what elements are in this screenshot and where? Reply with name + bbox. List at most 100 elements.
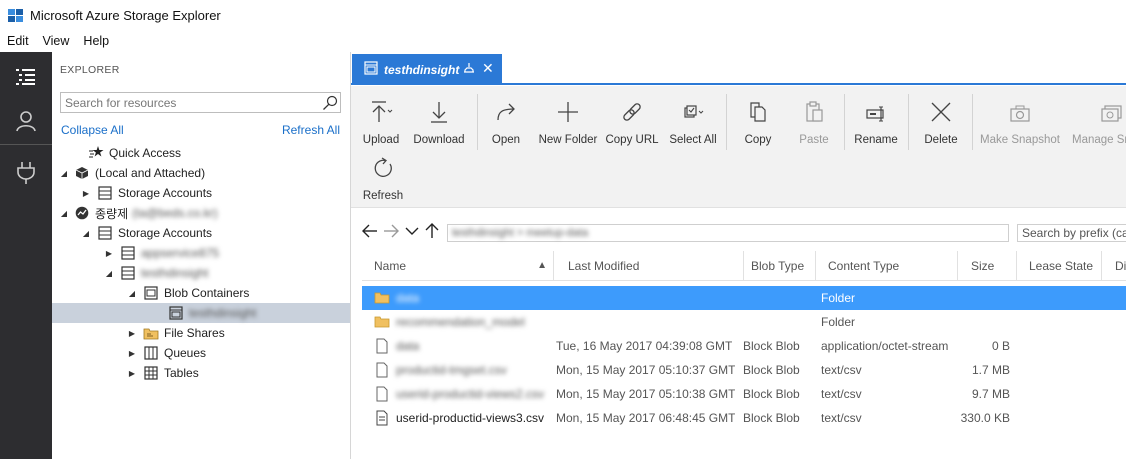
column-header-blob-type[interactable]: Blob Type	[744, 251, 816, 281]
menu-help[interactable]: Help	[76, 31, 116, 52]
path-bar: testhdinsight > meetup-data Search by pr…	[351, 208, 1126, 250]
rename-button[interactable]: Rename	[854, 94, 898, 150]
tree-item-storage-accounts[interactable]: ◢ Storage Accounts	[52, 223, 350, 243]
collapsed-chevron-icon[interactable]: ▶	[103, 243, 115, 263]
title-bar: Microsoft Azure Storage Explorer	[0, 0, 1126, 31]
new-folder-icon	[556, 94, 580, 124]
storage-account-icon	[120, 245, 136, 261]
copy-url-icon	[620, 94, 644, 124]
tree-item-label: Storage Accounts	[118, 226, 213, 240]
collapse-all-link[interactable]: Collapse All	[61, 123, 124, 137]
tree-item-storage-account[interactable]: ▶ appservice875	[52, 243, 350, 263]
open-button[interactable]: Open	[490, 94, 522, 150]
tree-item-label: 종량제	[95, 206, 129, 221]
refresh-icon	[371, 150, 395, 180]
up-arrow-icon[interactable]	[423, 222, 441, 240]
manage-snapshots-button[interactable]: Manage Snapshots	[1072, 94, 1126, 150]
refresh-all-link[interactable]: Refresh All	[282, 123, 340, 137]
resource-search-input[interactable]	[61, 93, 320, 112]
tree-item-label: appservice875	[141, 246, 220, 260]
table-row[interactable]: data Folder	[362, 286, 1126, 310]
blob-grid-header: Name ▲ Last Modified Blob Type Content T…	[362, 251, 1126, 281]
table-row[interactable]: productid-tmgset.csv Mon, 15 May 2017 05…	[362, 358, 1126, 382]
tree-item-subscription[interactable]: ◢ 종량제 (ta@beds.co.kr)	[52, 203, 350, 223]
upload-button[interactable]: Upload	[363, 94, 399, 150]
expanded-chevron-icon[interactable]: ◢	[80, 223, 92, 243]
expanded-chevron-icon[interactable]: ◢	[58, 163, 70, 183]
tree-item-label: File Shares	[164, 326, 225, 340]
tree-item-label: Quick Access	[109, 146, 182, 160]
column-header-last-modified[interactable]: Last Modified	[554, 251, 744, 281]
new-folder-button[interactable]: New Folder	[539, 94, 597, 150]
expanded-chevron-icon[interactable]: ◢	[103, 263, 115, 283]
search-icon[interactable]	[320, 93, 340, 112]
collapsed-chevron-icon[interactable]: ▶	[80, 183, 92, 203]
chevron-down-icon[interactable]	[403, 222, 421, 240]
rename-icon	[864, 94, 888, 124]
pin-icon[interactable]	[462, 62, 476, 79]
column-header-name[interactable]: Name ▲	[362, 251, 554, 281]
download-button[interactable]: Download	[413, 94, 465, 150]
collapsed-chevron-icon[interactable]: ▶	[126, 363, 138, 383]
blob-container-icon	[168, 305, 184, 321]
column-header-size[interactable]: Size	[958, 251, 1017, 281]
tree-item-file-shares[interactable]: ▶ File Shares	[52, 323, 350, 343]
collapsed-chevron-icon[interactable]: ▶	[126, 323, 138, 343]
download-icon	[427, 94, 451, 124]
table-row[interactable]: userid-productid-views3.csv Mon, 15 May …	[362, 406, 1126, 430]
copy-url-button[interactable]: Copy URL	[605, 94, 659, 150]
menu-view[interactable]: View	[36, 31, 77, 52]
subscription-icon	[74, 205, 90, 221]
tree-item-storage-accounts-local[interactable]: ▶ Storage Accounts	[52, 183, 350, 203]
delete-button[interactable]: Delete	[924, 94, 958, 150]
column-header-truncated[interactable]: Di	[1102, 251, 1126, 281]
explorer-icon[interactable]	[0, 54, 52, 100]
resource-search-box	[60, 92, 341, 113]
toolbar: Upload Download Open New Folder Copy URL…	[351, 86, 1126, 208]
tab-label: testhdinsight	[384, 62, 460, 77]
file-shares-icon	[143, 325, 159, 341]
expanded-chevron-icon[interactable]: ◢	[126, 283, 138, 303]
collapsed-chevron-icon[interactable]: ▶	[126, 343, 138, 363]
queues-icon	[143, 345, 159, 361]
copy-button[interactable]: Copy	[742, 94, 774, 150]
refresh-button[interactable]: Refresh	[363, 150, 403, 206]
tree-item-label: (Local and Attached)	[95, 166, 206, 180]
column-header-content-type[interactable]: Content Type	[816, 251, 958, 281]
tree-item-blob-containers[interactable]: ◢ Blob Containers	[52, 283, 350, 303]
tree-item-blob-container-selected[interactable]: testhdinsight	[52, 303, 350, 323]
tab-testhdinsight[interactable]: testhdinsight ✕	[352, 54, 502, 85]
connect-plug-icon[interactable]	[0, 150, 52, 196]
tab-close-icon[interactable]: ✕	[482, 60, 494, 77]
tree-item-storage-account[interactable]: ◢ testhdinsight	[52, 263, 350, 283]
tree-item-queues[interactable]: ▶ Queues	[52, 343, 350, 363]
table-row[interactable]: recommendation_model Folder	[362, 310, 1126, 334]
tree-item-tables[interactable]: ▶ Tables	[52, 363, 350, 383]
explorer-panel: EXPLORER Collapse All Refresh All Quick …	[52, 52, 351, 459]
folder-icon	[374, 290, 390, 306]
open-icon	[494, 94, 518, 124]
tables-icon	[143, 365, 159, 381]
select-all-button[interactable]: Select All	[669, 94, 717, 150]
sort-ascending-icon: ▲	[537, 260, 547, 271]
snapshot-icon	[1008, 94, 1032, 124]
column-header-lease-state[interactable]: Lease State	[1017, 251, 1102, 281]
cube-icon	[74, 165, 90, 181]
make-snapshot-button[interactable]: Make Snapshot	[980, 94, 1060, 150]
path-breadcrumb-input[interactable]: testhdinsight > meetup-data	[447, 224, 1009, 242]
search-by-prefix-input[interactable]: Search by prefix (case-sensitive)	[1017, 224, 1126, 242]
tree-item-local-attached[interactable]: ◢ (Local and Attached)	[52, 163, 350, 183]
paste-button[interactable]: Paste	[798, 94, 830, 150]
table-row[interactable]: data Tue, 16 May 2017 04:39:08 GMT Block…	[362, 334, 1126, 358]
file-icon	[374, 410, 390, 426]
file-icon	[374, 386, 390, 402]
menu-bar: Edit View Help	[0, 31, 1126, 52]
account-icon[interactable]	[0, 98, 52, 144]
forward-arrow-icon[interactable]	[382, 222, 400, 240]
menu-edit[interactable]: Edit	[0, 31, 36, 52]
expanded-chevron-icon[interactable]: ◢	[58, 203, 70, 223]
tree-item-quick-access[interactable]: Quick Access	[52, 143, 350, 163]
table-row[interactable]: userid-productid-views2.csv Mon, 15 May …	[362, 382, 1126, 406]
activity-bar	[0, 52, 52, 459]
back-arrow-icon[interactable]	[361, 222, 379, 240]
